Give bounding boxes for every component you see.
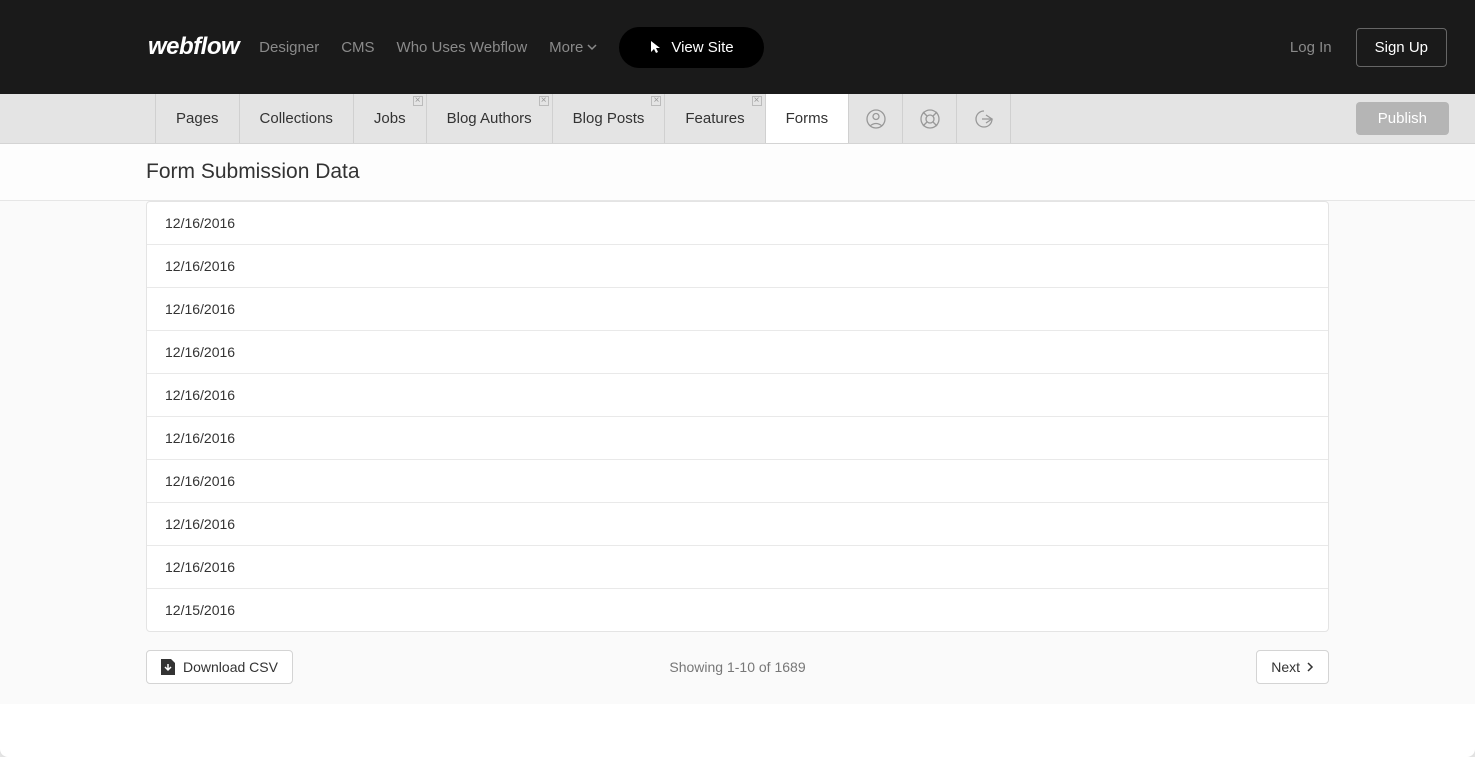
tab-features[interactable]: Features ×: [665, 94, 765, 143]
list-item[interactable]: 12/16/2016: [147, 460, 1328, 503]
tab-collections[interactable]: Collections: [240, 94, 354, 143]
close-icon[interactable]: ×: [752, 96, 762, 106]
logout-icon-tab[interactable]: [957, 94, 1011, 143]
signup-button[interactable]: Sign Up: [1356, 28, 1447, 67]
nav-cms[interactable]: CMS: [341, 39, 374, 56]
footer-row: Download CSV Showing 1-10 of 1689 Next: [146, 650, 1329, 684]
tab-forms[interactable]: Forms: [766, 94, 850, 143]
download-csv-button[interactable]: Download CSV: [146, 650, 293, 684]
close-icon[interactable]: ×: [539, 96, 549, 106]
row-date: 12/16/2016: [165, 258, 235, 274]
chevron-down-icon: [587, 42, 597, 52]
download-csv-label: Download CSV: [183, 659, 278, 675]
list-item[interactable]: 12/16/2016: [147, 331, 1328, 374]
publish-button[interactable]: Publish: [1356, 102, 1449, 135]
tab-blog-authors-label: Blog Authors: [447, 110, 532, 127]
nav-more[interactable]: More: [549, 39, 597, 56]
pagination-status: Showing 1-10 of 1689: [669, 659, 805, 675]
user-icon: [866, 109, 886, 129]
list-item[interactable]: 12/16/2016: [147, 288, 1328, 331]
list-item[interactable]: 12/16/2016: [147, 202, 1328, 245]
content: 12/16/2016 12/16/2016 12/16/2016 12/16/2…: [0, 201, 1475, 704]
lifebuoy-icon: [920, 109, 940, 129]
tab-features-label: Features: [685, 110, 744, 127]
list-item[interactable]: 12/16/2016: [147, 503, 1328, 546]
logo: webflow: [148, 33, 239, 61]
tab-blog-authors[interactable]: Blog Authors ×: [427, 94, 553, 143]
close-icon[interactable]: ×: [651, 96, 661, 106]
page-title: Form Submission Data: [0, 144, 1475, 201]
nav-who-uses[interactable]: Who Uses Webflow: [397, 39, 528, 56]
top-nav-right: Log In Sign Up: [1290, 28, 1447, 67]
chevron-right-icon: [1306, 662, 1314, 672]
help-icon-tab[interactable]: [903, 94, 957, 143]
login-link[interactable]: Log In: [1290, 39, 1332, 56]
cursor-icon: [649, 40, 661, 54]
account-icon-tab[interactable]: [849, 94, 903, 143]
tab-jobs-label: Jobs: [374, 110, 406, 127]
logout-icon: [974, 109, 994, 129]
next-button[interactable]: Next: [1256, 650, 1329, 684]
nav-more-label: More: [549, 39, 583, 56]
view-site-button[interactable]: View Site: [619, 27, 763, 68]
list-item[interactable]: 12/16/2016: [147, 245, 1328, 288]
tab-jobs[interactable]: Jobs ×: [354, 94, 427, 143]
row-date: 12/16/2016: [165, 301, 235, 317]
tab-forms-label: Forms: [786, 110, 829, 127]
row-date: 12/16/2016: [165, 344, 235, 360]
tab-pages[interactable]: Pages: [155, 94, 240, 143]
topbar: webflow Designer CMS Who Uses Webflow Mo…: [0, 0, 1475, 94]
row-date: 12/16/2016: [165, 516, 235, 532]
list-item[interactable]: 12/16/2016: [147, 374, 1328, 417]
tab-collections-label: Collections: [260, 110, 333, 127]
row-date: 12/16/2016: [165, 387, 235, 403]
list-item[interactable]: 12/15/2016: [147, 589, 1328, 631]
close-icon[interactable]: ×: [413, 96, 423, 106]
row-date: 12/16/2016: [165, 430, 235, 446]
tabs-right: Publish: [1356, 94, 1475, 143]
tab-blog-posts[interactable]: Blog Posts ×: [553, 94, 666, 143]
row-date: 12/16/2016: [165, 473, 235, 489]
row-date: 12/16/2016: [165, 215, 235, 231]
tab-pages-label: Pages: [176, 110, 219, 127]
list-item[interactable]: 12/16/2016: [147, 546, 1328, 589]
download-icon: [161, 659, 175, 675]
top-nav: Designer CMS Who Uses Webflow More View …: [259, 27, 763, 68]
data-list: 12/16/2016 12/16/2016 12/16/2016 12/16/2…: [146, 201, 1329, 632]
row-date: 12/16/2016: [165, 559, 235, 575]
view-site-label: View Site: [671, 39, 733, 56]
next-label: Next: [1271, 659, 1300, 675]
row-date: 12/15/2016: [165, 602, 235, 618]
tabs-left: Pages Collections Jobs × Blog Authors × Bl…: [155, 94, 1011, 143]
list-item[interactable]: 12/16/2016: [147, 417, 1328, 460]
tab-blog-posts-label: Blog Posts: [573, 110, 645, 127]
nav-designer[interactable]: Designer: [259, 39, 319, 56]
tabs-bar: Pages Collections Jobs × Blog Authors × Bl…: [0, 94, 1475, 144]
